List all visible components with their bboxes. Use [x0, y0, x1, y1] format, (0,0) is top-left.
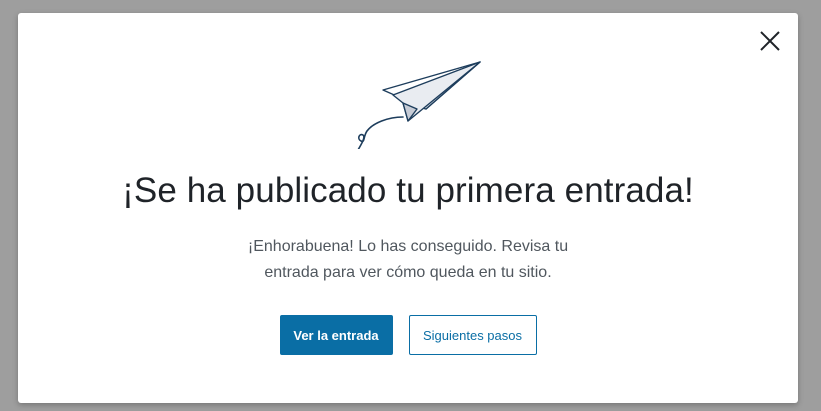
modal-title: ¡Se ha publicado tu primera entrada! — [122, 171, 694, 210]
close-icon — [760, 31, 780, 51]
next-steps-button[interactable]: Siguientes pasos — [408, 315, 537, 355]
view-post-button[interactable]: Ver la entrada — [279, 315, 393, 355]
message-line-2: entrada para ver cómo queda en tu sitio. — [264, 264, 552, 281]
modal-actions: Ver la entrada Siguientes pasos — [18, 315, 798, 355]
paper-plane-icon — [354, 61, 481, 156]
publish-success-modal: ¡Se ha publicado tu primera entrada! ¡En… — [18, 13, 798, 403]
modal-message: ¡Enhorabuena! Lo has conseguido. Revisa … — [18, 234, 798, 286]
close-button[interactable] — [756, 27, 784, 55]
message-line-1: ¡Enhorabuena! Lo has conseguido. Revisa … — [247, 238, 569, 255]
paper-plane-illustration — [333, 59, 483, 156]
